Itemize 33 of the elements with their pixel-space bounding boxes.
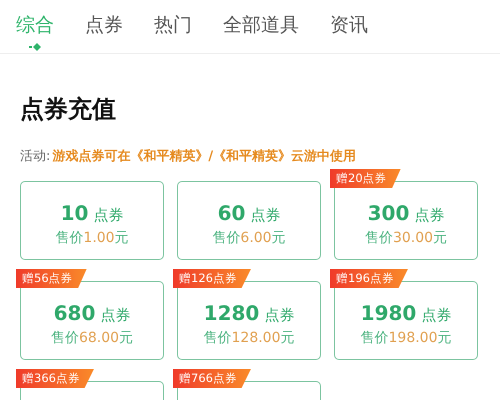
bonus-tag: 赠766点券 <box>173 369 251 388</box>
tab-indicator-icon <box>29 43 41 52</box>
coupon-amount: 1280 点券 <box>204 300 294 324</box>
price-text: 售价128.00元 <box>204 328 294 346</box>
recharge-card[interactable]: 10 点券 售价1.00元 <box>16 169 164 260</box>
tab[interactable]: 全部道具 <box>223 0 299 38</box>
coupon-amount: 10 点券 <box>60 200 124 224</box>
bonus-tag: 赠366点券 <box>16 369 94 388</box>
price-text: 售价1.00元 <box>55 228 129 246</box>
section-title: 点券充值 <box>20 94 117 125</box>
tab[interactable]: 点券 <box>85 0 123 38</box>
activity-text: 游戏点券可在《和平精英》/《和平精英》云游中使用 <box>52 148 356 165</box>
bonus-tag: 赠126点券 <box>173 269 251 288</box>
tab[interactable]: 资讯 <box>330 0 368 38</box>
recharge-card[interactable]: 赠196点券 1980 点券 售价198.00元 <box>330 269 478 360</box>
bonus-tag: 赠56点券 <box>16 269 87 288</box>
recharge-card[interactable]: 赠126点券 1280 点券 售价128.00元 <box>173 269 321 360</box>
price-text: 售价30.00元 <box>364 228 448 246</box>
recharge-card[interactable]: 60 点券 售价6.00元 <box>173 169 321 260</box>
coupon-amount: 1980 点券 <box>360 300 452 324</box>
bonus-tag: 赠20点券 <box>330 169 401 188</box>
recharge-card[interactable]: 赠56点券 680 点券 售价68.00元 <box>16 269 164 360</box>
coupon-amount: 300 点券 <box>368 200 444 224</box>
activity-label: 活动: <box>20 148 50 165</box>
price-text: 售价198.00元 <box>360 328 452 346</box>
coupon-amount: 680 点券 <box>54 300 130 324</box>
bonus-tag: 赠196点券 <box>330 269 408 288</box>
tab[interactable]: 热门 <box>154 0 192 38</box>
tab[interactable]: 综合 <box>16 0 54 38</box>
price-text: 售价6.00元 <box>212 228 286 246</box>
coupon-amount: 60 点券 <box>218 200 280 224</box>
price-text: 售价68.00元 <box>50 328 134 346</box>
recharge-card[interactable]: 赠20点券 300 点券 售价30.00元 <box>330 169 478 260</box>
